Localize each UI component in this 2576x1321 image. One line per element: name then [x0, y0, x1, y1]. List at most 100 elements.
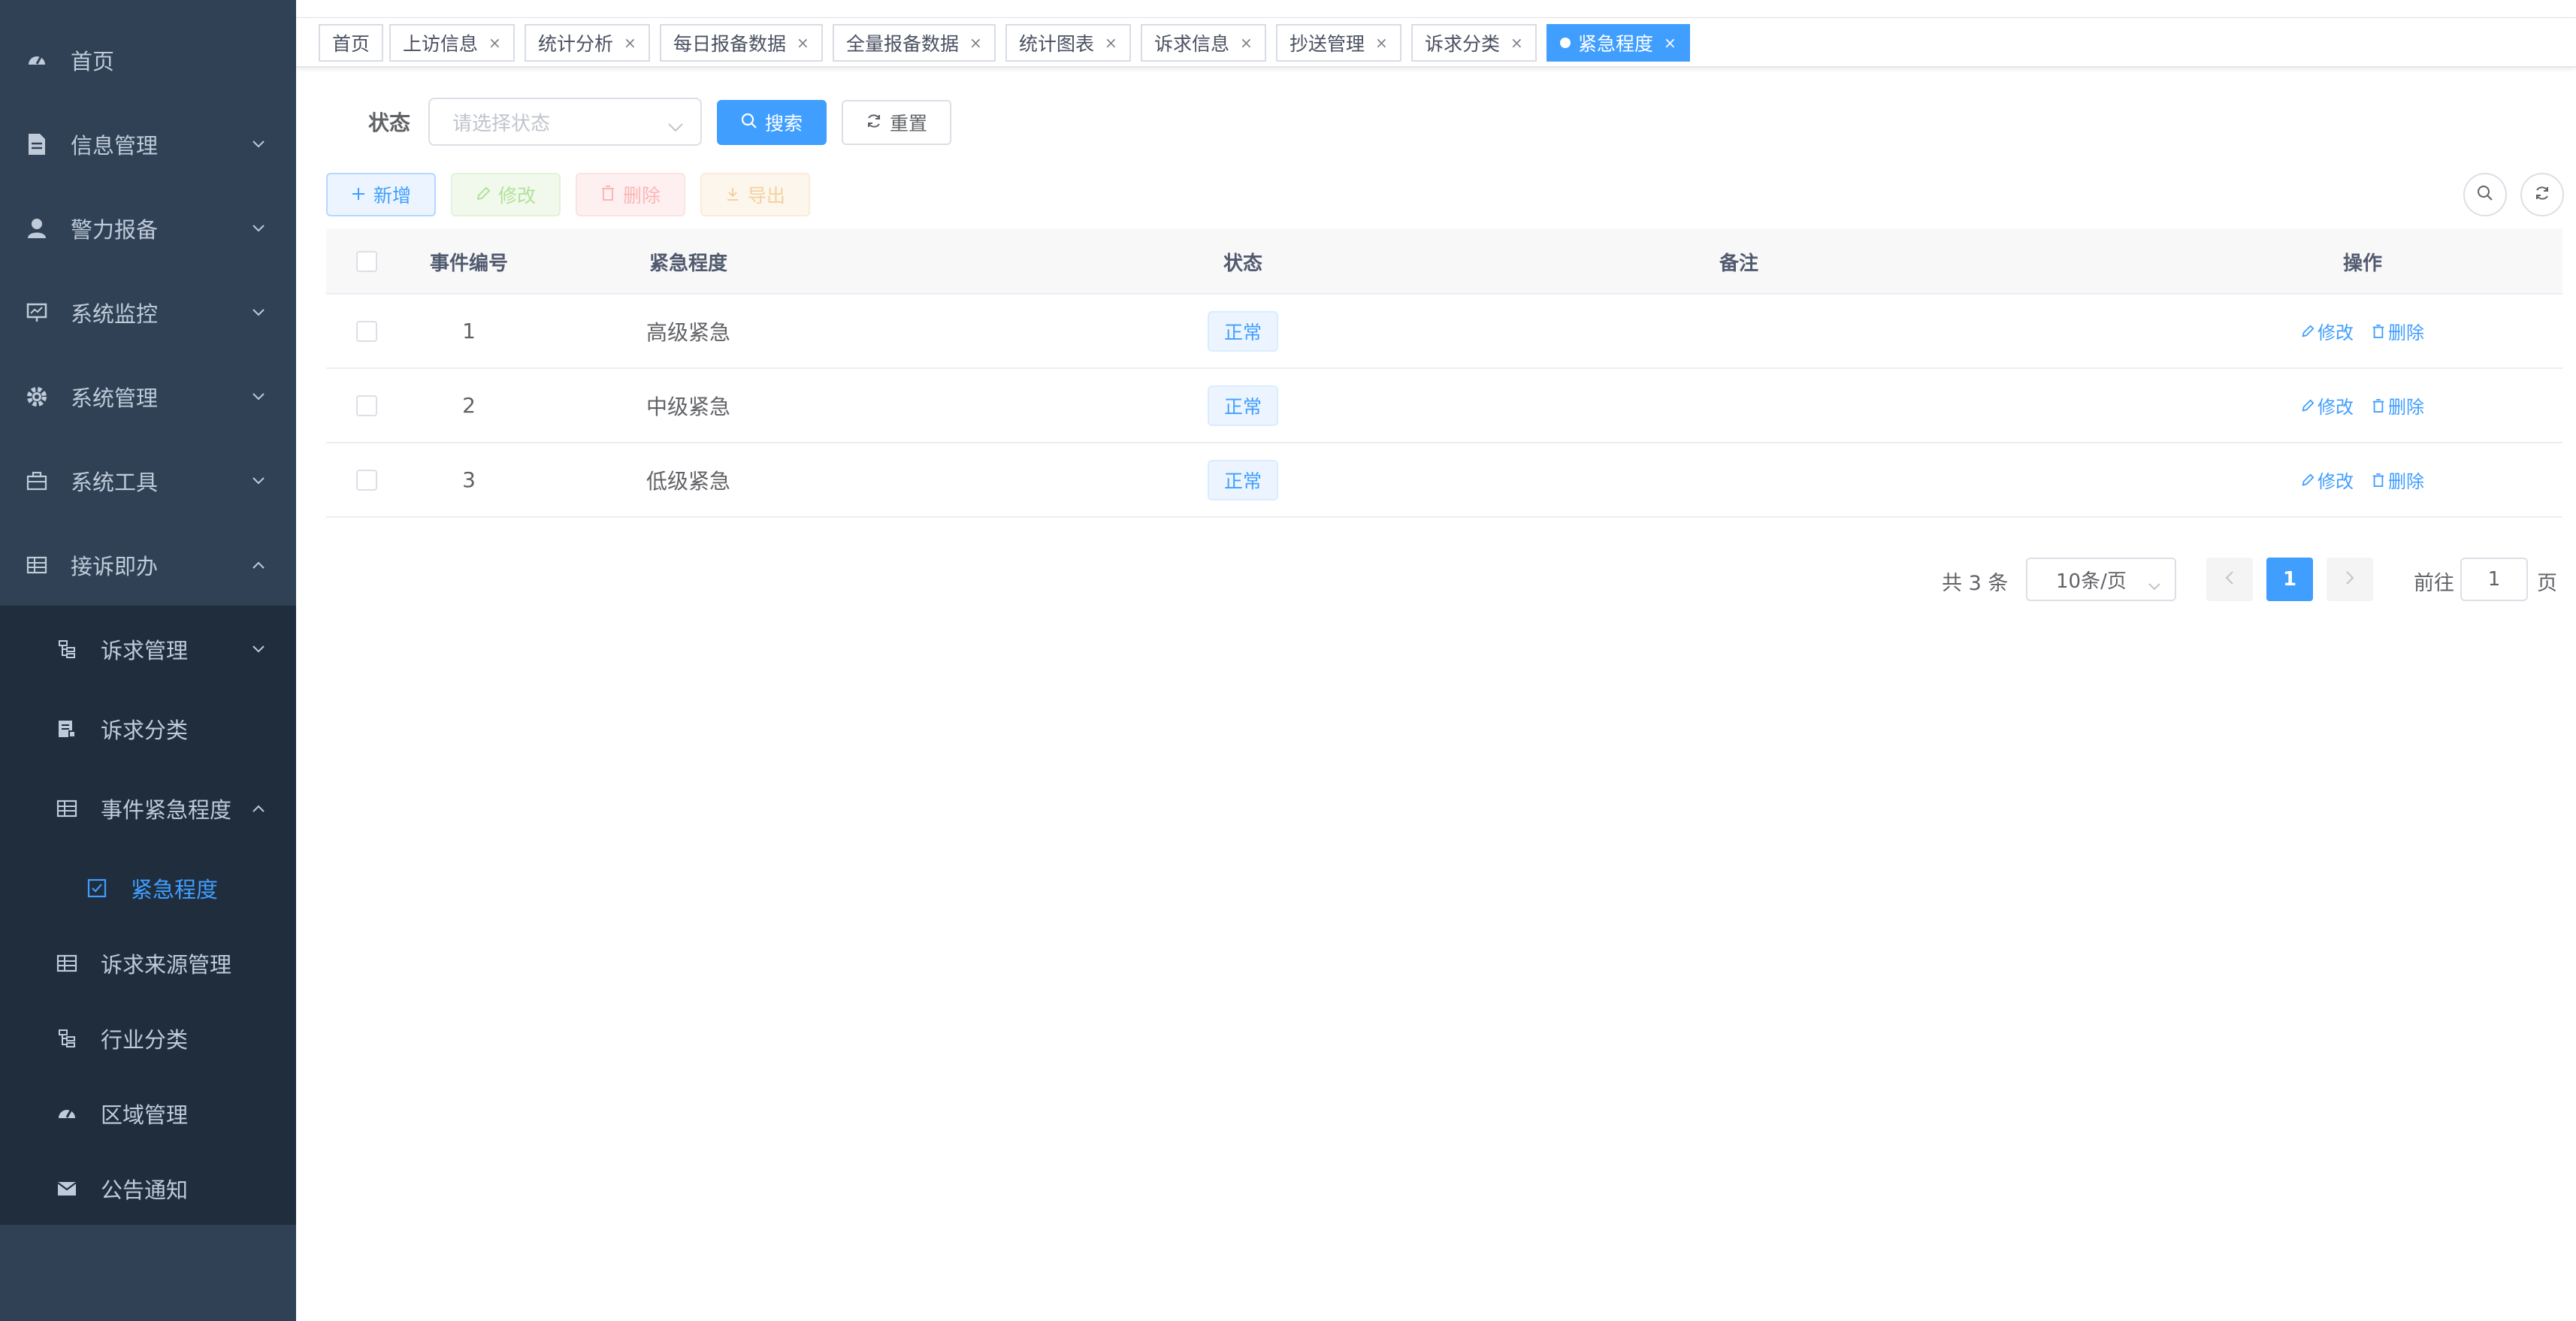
page-number-button[interactable]: 1: [2266, 558, 2313, 601]
next-page-button[interactable]: [2327, 558, 2373, 601]
tag-cc-management[interactable]: 抄送管理 ×: [1276, 24, 1401, 62]
sidebar-item-complaints[interactable]: 接诉即办: [0, 523, 296, 607]
cell-remark: [1604, 369, 1874, 442]
search-icon: [2477, 185, 2493, 204]
sidebar-item-notice[interactable]: 公告通知: [0, 1147, 296, 1231]
row-select[interactable]: [326, 295, 407, 367]
sidebar-item-monitor[interactable]: 系统监控: [0, 271, 296, 355]
cell-actions: 修改 删除: [2250, 443, 2475, 516]
chevron-down-icon: [251, 642, 266, 657]
search-icon: [741, 112, 757, 134]
page-size-select[interactable]: 10条/页: [2026, 558, 2176, 601]
toolbox-icon: [26, 470, 48, 492]
tree-icon: [56, 638, 78, 660]
tag-daily-report[interactable]: 每日报备数据 ×: [660, 24, 823, 62]
sidebar-item-tools[interactable]: 系统工具: [0, 439, 296, 523]
page-suffix: 页: [2537, 572, 2557, 595]
tree-icon: [56, 1027, 78, 1050]
tag-charts[interactable]: 统计图表 ×: [1005, 24, 1131, 62]
tag-label: 每日报备数据: [673, 33, 787, 55]
row-delete-link[interactable]: 删除: [2372, 392, 2424, 419]
table-icon: [56, 952, 78, 975]
prev-page-button[interactable]: [2206, 558, 2253, 601]
export-button[interactable]: 导出: [700, 173, 810, 216]
refresh-button[interactable]: [2520, 173, 2564, 216]
cell-level: 高级紧急: [646, 319, 730, 345]
sidebar-item-police[interactable]: 警力报备: [0, 186, 296, 271]
close-icon[interactable]: ×: [1510, 34, 1523, 52]
table-icon: [56, 797, 78, 820]
sidebar-item-info[interactable]: 信息管理: [0, 102, 296, 186]
row-edit-label: 修改: [2317, 322, 2354, 343]
search-button[interactable]: 搜索: [717, 100, 827, 145]
message-icon: [56, 1177, 78, 1200]
row-delete-link[interactable]: 删除: [2372, 467, 2424, 493]
monitor-icon: [26, 301, 48, 324]
row-select[interactable]: [326, 369, 407, 442]
tag-label: 统计图表: [1019, 33, 1095, 55]
chevron-up-icon: [251, 801, 266, 816]
row-edit-label: 修改: [2317, 397, 2354, 418]
sidebar-item-industry[interactable]: 行业分类: [0, 996, 296, 1081]
tag-label: 上访信息: [403, 33, 479, 55]
close-icon[interactable]: ×: [624, 34, 636, 52]
tag-urgency[interactable]: 紧急程度 ×: [1547, 24, 1690, 62]
sidebar-item-label: 诉求来源管理: [101, 952, 232, 978]
plus-icon: [351, 184, 366, 206]
goto-page-input[interactable]: 1: [2460, 558, 2528, 601]
navbar: [296, 0, 2576, 18]
tag-label: 紧急程度: [1578, 33, 1654, 55]
sidebar-item-source-management[interactable]: 诉求来源管理: [0, 921, 296, 1005]
sidebar-item-region[interactable]: 区域管理: [0, 1072, 296, 1156]
sidebar-item-home[interactable]: 首页: [0, 18, 296, 102]
header-select-all[interactable]: [326, 228, 407, 295]
sidebar-item-system[interactable]: 系统管理: [0, 355, 296, 439]
row-checkbox[interactable]: [356, 320, 377, 342]
close-icon[interactable]: ×: [797, 34, 809, 52]
tag-request-info[interactable]: 诉求信息 ×: [1141, 24, 1266, 62]
select-all-checkbox[interactable]: [356, 251, 377, 272]
close-icon[interactable]: ×: [1105, 34, 1117, 52]
chevron-down-icon: [251, 221, 266, 236]
close-icon[interactable]: ×: [969, 34, 982, 52]
row-checkbox[interactable]: [356, 469, 377, 491]
row-checkbox[interactable]: [356, 394, 377, 416]
close-icon[interactable]: ×: [488, 34, 501, 52]
tag-label: 统计分析: [538, 33, 614, 55]
row-edit-link[interactable]: 修改: [2301, 467, 2354, 493]
sidebar-item-urgency-group[interactable]: 事件紧急程度: [0, 766, 296, 851]
row-select[interactable]: [326, 443, 407, 516]
chevron-down-icon: [667, 116, 684, 138]
sidebar-item-request-category[interactable]: 诉求分类: [0, 687, 296, 771]
header-actions: 操作: [2342, 252, 2382, 275]
cell-status: 正常: [1145, 369, 1341, 442]
status-select[interactable]: 请选择状态: [428, 98, 702, 146]
tag-home[interactable]: 首页: [319, 24, 384, 62]
tag-full-report[interactable]: 全量报备数据 ×: [833, 24, 996, 62]
close-icon[interactable]: ×: [1240, 34, 1253, 52]
tag-petition-info[interactable]: 上访信息 ×: [389, 24, 515, 62]
add-button[interactable]: 新增: [326, 173, 436, 216]
tag-label: 全量报备数据: [846, 33, 960, 55]
close-icon[interactable]: ×: [1664, 34, 1677, 52]
status-badge: 正常: [1207, 310, 1278, 352]
sidebar-item-request-management[interactable]: 诉求管理: [0, 607, 296, 691]
edit-button[interactable]: 修改: [451, 173, 561, 216]
row-delete-link[interactable]: 删除: [2372, 318, 2424, 344]
sidebar-item-urgency[interactable]: 紧急程度: [0, 846, 296, 930]
toggle-search-button[interactable]: [2463, 173, 2507, 216]
row-edit-link[interactable]: 修改: [2301, 318, 2354, 344]
delete-button[interactable]: 删除: [576, 173, 685, 216]
sidebar-item-label: 事件紧急程度: [101, 797, 232, 823]
tag-statistics[interactable]: 统计分析 ×: [525, 24, 650, 62]
edit-icon: [2302, 399, 2314, 411]
close-icon[interactable]: ×: [1375, 34, 1388, 52]
reset-button[interactable]: 重置: [842, 100, 951, 145]
edit-icon: [2302, 325, 2314, 337]
add-button-label: 新增: [373, 185, 411, 207]
row-edit-link[interactable]: 修改: [2301, 392, 2354, 419]
tag-request-category[interactable]: 诉求分类 ×: [1411, 24, 1537, 62]
cell-remark: [1604, 295, 1874, 367]
sidebar-item-label: 区域管理: [101, 1102, 189, 1128]
sidebar-item-label: 紧急程度: [131, 877, 219, 902]
